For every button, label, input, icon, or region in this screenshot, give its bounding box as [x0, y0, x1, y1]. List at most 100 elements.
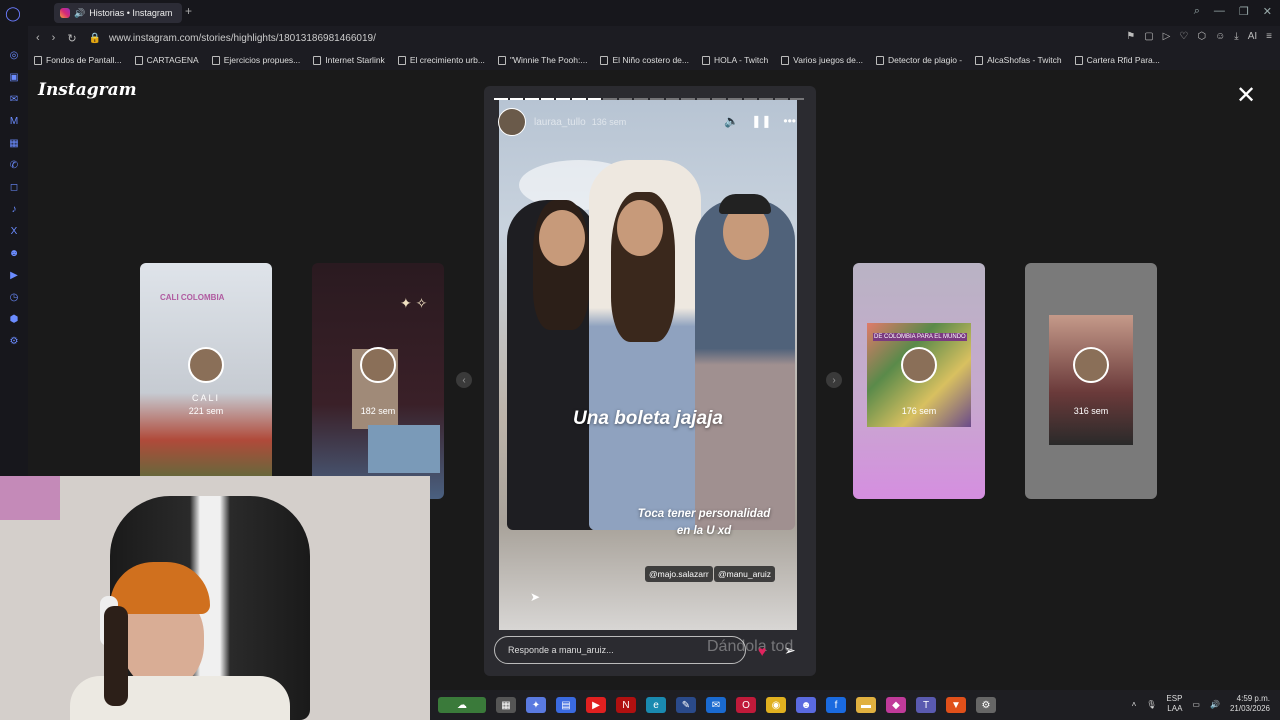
- bookmark-item[interactable]: Detector de plagio -: [875, 55, 962, 65]
- clock[interactable]: 4:59 p.m. 21/03/2026: [1230, 694, 1270, 714]
- folder-icon[interactable]: ▬: [856, 697, 876, 713]
- side-story-preview[interactable]: ✦ ✧ 182 sem: [312, 263, 444, 499]
- mention-tag[interactable]: @majo.salazarr: [645, 566, 713, 582]
- settings-taskbar-icon[interactable]: ⚙: [976, 697, 996, 713]
- progress-segment: [790, 98, 804, 100]
- close-window-icon[interactable]: ✕: [1263, 5, 1272, 18]
- bookmark-item[interactable]: Cartera Rfid Para...: [1074, 55, 1160, 65]
- whatsapp-icon[interactable]: ✆: [8, 160, 20, 173]
- page-icon: [211, 55, 220, 65]
- tab-instagram[interactable]: 🔊 Historias • Instagram: [54, 3, 182, 23]
- instagram-logo[interactable]: Instagram: [38, 80, 137, 100]
- x-icon[interactable]: X: [8, 226, 20, 239]
- bookmark-item[interactable]: El Niño costero de...: [600, 55, 689, 65]
- discord-icon[interactable]: ☻: [8, 248, 20, 261]
- bookmark-item[interactable]: Varios juegos de...: [781, 55, 863, 65]
- progress-segment: [774, 98, 789, 100]
- url-field[interactable]: 🔒 www.instagram.com/stories/highlights/1…: [89, 33, 376, 44]
- side-story-preview[interactable]: 316 sem: [1025, 263, 1157, 499]
- language-indicator[interactable]: ESP LAA: [1166, 694, 1182, 714]
- search-icon[interactable]: ⌕: [1194, 5, 1200, 18]
- url-text[interactable]: www.instagram.com/stories/highlights/180…: [109, 33, 376, 44]
- task-view-icon[interactable]: ▦: [496, 697, 516, 713]
- bookmark-item[interactable]: CARTAGENA: [134, 55, 199, 65]
- reload-icon[interactable]: ↻: [67, 32, 76, 45]
- story-username[interactable]: lauraa_tullo: [534, 117, 586, 128]
- ai-button[interactable]: AI: [1248, 31, 1257, 42]
- next-story-button[interactable]: ›: [826, 372, 842, 388]
- facebook-icon[interactable]: f: [826, 697, 846, 713]
- back-icon[interactable]: ‹: [36, 32, 40, 45]
- pause-icon[interactable]: ❚❚: [751, 114, 771, 128]
- story-overlay-text: DE COLOMBIA PARA EL MUNDO: [873, 333, 967, 341]
- story-media[interactable]: [499, 100, 797, 630]
- workspaces-icon[interactable]: ▣: [8, 72, 20, 85]
- progress-segment: [525, 98, 539, 100]
- instagram-icon[interactable]: ◻: [8, 182, 20, 195]
- network-icon[interactable]: ▭: [1192, 700, 1200, 709]
- bookmark-item[interactable]: Fondos de Pantall...: [34, 55, 122, 65]
- aria-icon[interactable]: ◎: [8, 50, 20, 63]
- story-avatar[interactable]: [498, 108, 526, 136]
- head: [617, 200, 663, 256]
- outlook-icon[interactable]: ✉: [706, 697, 726, 713]
- widgets-icon[interactable]: ☁: [438, 697, 486, 713]
- extensions-icon[interactable]: ⬡: [1197, 31, 1206, 42]
- profile-icon[interactable]: ☺: [1215, 31, 1225, 42]
- app-icon[interactable]: ◆: [886, 697, 906, 713]
- progress-segment: [618, 98, 633, 100]
- volume-tray-icon[interactable]: 🔊: [1210, 700, 1220, 709]
- maximize-icon[interactable]: ❐: [1239, 5, 1249, 18]
- youtube-icon[interactable]: ▶: [586, 697, 606, 713]
- forward-icon[interactable]: ›: [52, 32, 56, 45]
- mail-icon[interactable]: M: [8, 116, 20, 129]
- heart-icon[interactable]: ♡: [1179, 31, 1188, 42]
- chevron-up-icon[interactable]: ˄: [1132, 700, 1137, 709]
- download-icon[interactable]: ⤓: [1234, 31, 1238, 42]
- edge-icon[interactable]: e: [646, 697, 666, 713]
- brave-icon[interactable]: ▼: [946, 697, 966, 713]
- side-story-preview[interactable]: DE COLOMBIA PARA EL MUNDO 176 sem: [853, 263, 985, 499]
- pen-icon[interactable]: ✎: [676, 697, 696, 713]
- volume-icon[interactable]: 🔈: [724, 114, 739, 128]
- previous-story-button[interactable]: ‹: [456, 372, 472, 388]
- messenger-icon[interactable]: ✉: [8, 94, 20, 107]
- side-story-preview[interactable]: CALI COLOMBIA CALI 221 sem: [140, 263, 272, 499]
- teams-icon[interactable]: T: [916, 697, 936, 713]
- microphone-icon[interactable]: 🎙: [1146, 700, 1156, 709]
- bookmark-item[interactable]: "Winnie The Pooh:...: [497, 55, 587, 65]
- bookmark-item[interactable]: AlcaShofas - Twitch: [975, 55, 1062, 65]
- menu-icon[interactable]: ≡: [1266, 31, 1272, 42]
- player-icon[interactable]: ▷: [1163, 31, 1171, 42]
- opera-icon[interactable]: O: [736, 697, 756, 713]
- like-heart-icon[interactable]: ♥: [758, 643, 766, 659]
- new-tab-button[interactable]: +: [185, 4, 192, 18]
- chrome-icon[interactable]: ◉: [766, 697, 786, 713]
- bookmark-item[interactable]: Ejercicios propues...: [211, 55, 300, 65]
- send-icon[interactable]: ➢: [784, 642, 796, 659]
- history-icon[interactable]: ◷: [8, 292, 20, 305]
- opera-logo-icon[interactable]: ◯: [0, 0, 26, 26]
- bookmark-item[interactable]: El crecimiento urb...: [397, 55, 485, 65]
- minimize-icon[interactable]: —: [1214, 5, 1225, 18]
- close-story-button[interactable]: ✕: [1236, 84, 1256, 108]
- snapshot-icon[interactable]: ▢: [1144, 31, 1153, 42]
- settings-icon[interactable]: ⚙: [8, 336, 20, 349]
- netflix-icon[interactable]: N: [616, 697, 636, 713]
- tiktok-icon[interactable]: ♪: [8, 204, 20, 217]
- more-options-icon[interactable]: •••: [783, 114, 796, 128]
- extensions-sidebar-icon[interactable]: ⬢: [8, 314, 20, 327]
- page-icon: [313, 55, 322, 65]
- bookmark-icon[interactable]: ⚑: [1126, 31, 1135, 42]
- bookmark-item[interactable]: Internet Starlink: [313, 55, 385, 65]
- story-progress-bar: [494, 98, 804, 101]
- player-sidebar-icon[interactable]: ▶: [8, 270, 20, 283]
- twitch-icon[interactable]: ▦: [8, 138, 20, 151]
- speaker-icon[interactable]: 🔊: [74, 8, 85, 19]
- bookmark-item[interactable]: HOLA - Twitch: [702, 55, 768, 65]
- windows-taskbar: ☁ ▦ ✦ ▤ ▶ N e ✎ ✉ O ◉ ☻ f ▬ ◆ T ▼ ⚙ ˄ 🎙 …: [430, 690, 1280, 720]
- store-icon[interactable]: ▤: [556, 697, 576, 713]
- discord-taskbar-icon[interactable]: ☻: [796, 697, 816, 713]
- mention-tag[interactable]: @manu_aruiz: [714, 566, 776, 582]
- copilot-icon[interactable]: ✦: [526, 697, 546, 713]
